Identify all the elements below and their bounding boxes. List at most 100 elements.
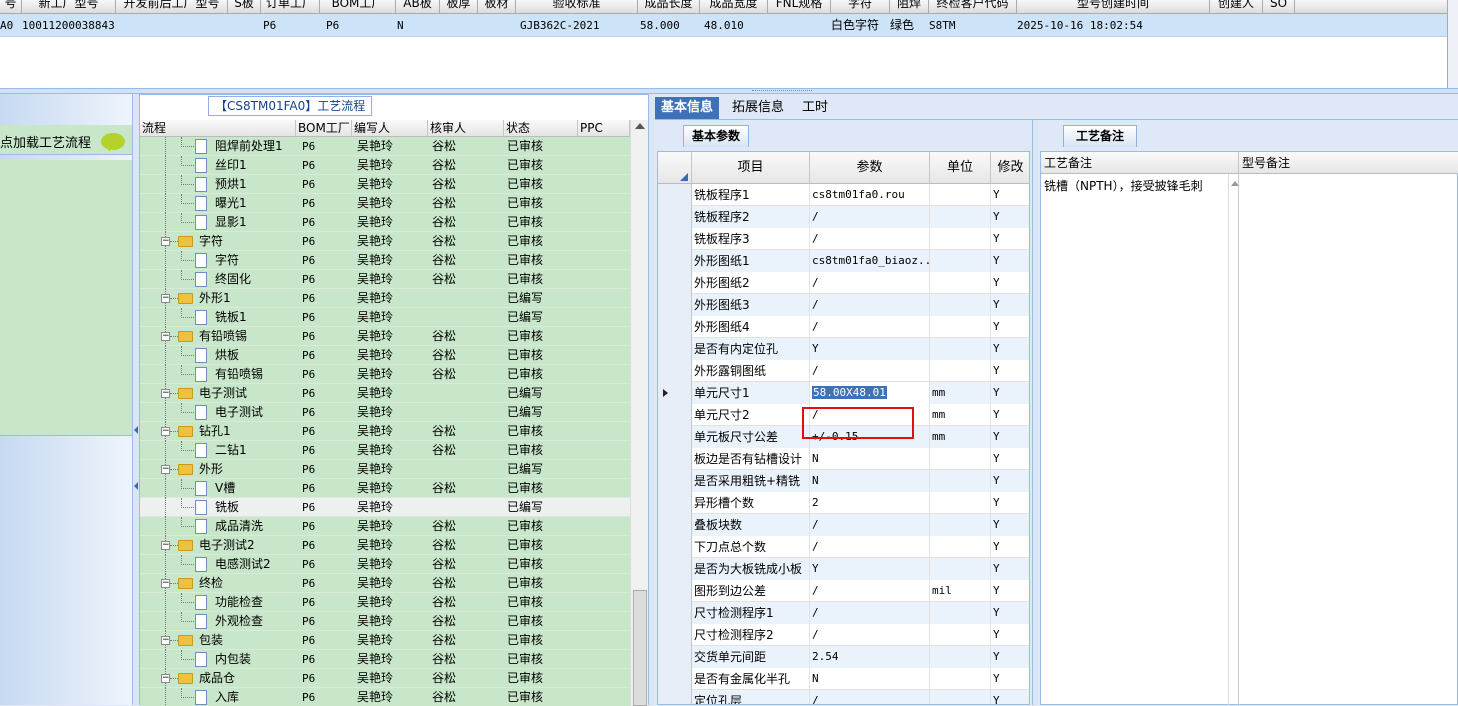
scroll-thumb[interactable] — [633, 590, 647, 706]
param-row[interactable]: 定位孔层 / Y — [658, 690, 1029, 704]
flow-tree-row[interactable]: 功能检查 P6 吴艳玲 谷松 已审核 — [140, 593, 630, 612]
collapse-toggle-icon[interactable]: − — [161, 674, 170, 683]
flow-tree-row[interactable]: − 终检 P6 吴艳玲 谷松 已审核 — [140, 574, 630, 593]
row-selector[interactable] — [658, 338, 692, 360]
row-selector[interactable] — [658, 646, 692, 668]
col-process-note[interactable]: 工艺备注 — [1041, 152, 1239, 174]
flow-tree-row[interactable]: 内包装 P6 吴艳玲 谷松 已审核 — [140, 650, 630, 669]
param-row[interactable]: 是否采用粗铣+精铣 N Y — [658, 470, 1029, 492]
param-value[interactable]: 58.00X48.01 — [810, 382, 930, 404]
speech-bubble-icon[interactable] — [101, 133, 125, 152]
collapse-toggle-icon[interactable]: − — [161, 541, 170, 550]
row-selector[interactable] — [658, 580, 692, 602]
flow-tree-row[interactable]: 电子测试 P6 吴艳玲 已编写 — [140, 403, 630, 422]
param-row[interactable]: 尺寸检测程序2/ Y — [658, 624, 1029, 646]
row-selector[interactable] — [658, 382, 692, 404]
top-col-header[interactable]: FNL规格 — [768, 0, 831, 14]
param-row[interactable]: 下刀点总个数 / Y — [658, 536, 1029, 558]
collapse-toggle-icon[interactable]: − — [161, 237, 170, 246]
process-note-text[interactable]: 铣槽（NPTH），接受披锋毛刺 — [1044, 177, 1203, 194]
scroll-up-icon[interactable] — [635, 123, 645, 129]
flow-vertical-scrollbar[interactable] — [630, 120, 648, 706]
flow-tree-row[interactable]: 入库 P6 吴艳玲 谷松 已审核 — [140, 688, 630, 706]
row-selector[interactable] — [658, 272, 692, 294]
collapse-toggle-icon[interactable]: − — [161, 427, 170, 436]
flow-tree-row[interactable]: − 电子测试2 P6 吴艳玲 谷松 已审核 — [140, 536, 630, 555]
col-flow[interactable]: 流程 — [140, 120, 296, 137]
vertical-scrollbar[interactable] — [1447, 0, 1458, 90]
collapse-toggle-icon[interactable]: − — [161, 294, 170, 303]
collapse-toggle-icon[interactable]: − — [161, 465, 170, 474]
flow-tree-row[interactable]: 阻焊前处理1 P6 吴艳玲 谷松 已审核 — [140, 137, 630, 156]
model-grid-selected-row[interactable]: A0 10011200038843 P6 P6 N GJB362C-2021 5… — [0, 14, 1448, 37]
param-row[interactable]: 铣板程序3/ Y — [658, 228, 1029, 250]
collapse-toggle-icon[interactable]: − — [161, 389, 170, 398]
row-selector[interactable] — [658, 426, 692, 448]
param-row[interactable]: 是否为大板铣成小板 Y Y — [658, 558, 1029, 580]
col-param[interactable]: 参数 — [810, 152, 930, 184]
flow-tree-row[interactable]: 曝光1 P6 吴艳玲 谷松 已审核 — [140, 194, 630, 213]
param-value[interactable]: / — [810, 294, 930, 316]
flow-tree-row[interactable]: − 成品仓 P6 吴艳玲 谷松 已审核 — [140, 669, 630, 688]
flow-tree-row[interactable]: 预烘1 P6 吴艳玲 谷松 已审核 — [140, 175, 630, 194]
tab-work-hours[interactable]: 工时 — [796, 97, 834, 119]
col-item[interactable]: 项目 — [692, 152, 810, 184]
param-row[interactable]: 图形到边公差 / mil Y — [658, 580, 1029, 602]
tab-basic-info[interactable]: 基本信息 — [655, 97, 720, 119]
top-col-header[interactable]: 订单工厂 — [261, 0, 320, 14]
row-selector[interactable] — [658, 602, 692, 624]
param-row[interactable]: 外形图纸2/ Y — [658, 272, 1029, 294]
param-row[interactable]: 外形图纸4/ Y — [658, 316, 1029, 338]
scroll-up-icon[interactable] — [1231, 181, 1239, 186]
row-selector[interactable] — [658, 206, 692, 228]
param-value[interactable]: / — [810, 272, 930, 294]
top-col-header[interactable]: 验收标准 — [516, 0, 638, 14]
row-selector[interactable] — [658, 316, 692, 338]
param-value[interactable]: / — [810, 580, 930, 602]
col-modify[interactable]: 修改 — [991, 152, 1029, 184]
top-col-header[interactable]: 开发前后工厂型号 — [116, 0, 228, 14]
collapse-toggle-icon[interactable]: − — [161, 332, 170, 341]
param-value[interactable]: N — [810, 470, 930, 492]
col-ppc[interactable]: PPC — [578, 120, 630, 137]
row-selector[interactable] — [658, 404, 692, 426]
flow-tree-row[interactable]: V槽 P6 吴艳玲 谷松 已审核 — [140, 479, 630, 498]
row-selector[interactable] — [658, 470, 692, 492]
param-value[interactable]: N — [810, 668, 930, 690]
param-value[interactable]: / — [810, 206, 930, 228]
col-bom[interactable]: BOM工厂 — [296, 120, 352, 137]
param-value[interactable]: / — [810, 536, 930, 558]
top-col-header[interactable]: AB板 — [396, 0, 440, 14]
flow-tree-row[interactable]: − 电子测试 P6 吴艳玲 已编写 — [140, 384, 630, 403]
param-value[interactable]: / — [810, 690, 930, 704]
param-row[interactable]: 尺寸检测程序1/ Y — [658, 602, 1029, 624]
flow-tree-row[interactable]: 字符 P6 吴艳玲 谷松 已审核 — [140, 251, 630, 270]
param-value[interactable]: / — [810, 602, 930, 624]
collapse-toggle-icon[interactable]: − — [161, 636, 170, 645]
top-col-header[interactable]: 字符 — [831, 0, 890, 14]
col-unit[interactable]: 单位 — [930, 152, 991, 184]
row-selector[interactable] — [658, 514, 692, 536]
col-reviewer[interactable]: 核审人 — [428, 120, 504, 137]
param-row[interactable]: 外形图纸3/ Y — [658, 294, 1029, 316]
row-selector[interactable] — [658, 184, 692, 206]
param-value[interactable]: 2 — [810, 492, 930, 514]
param-row[interactable]: 交货单元间距 2.54 Y — [658, 646, 1029, 668]
param-value[interactable]: Y — [810, 338, 930, 360]
param-value[interactable]: / — [810, 514, 930, 536]
param-value[interactable]: 2.54 — [810, 646, 930, 668]
param-value[interactable]: N — [810, 448, 930, 470]
top-col-header[interactable]: 新工厂型号 — [22, 0, 116, 14]
row-selector[interactable] — [658, 690, 692, 704]
flow-tree-row[interactable]: 二钻1 P6 吴艳玲 谷松 已审核 — [140, 441, 630, 460]
param-row[interactable]: 单元尺寸1 58.00X48.01 mm Y — [658, 382, 1029, 404]
collapse-left-arrow-icon[interactable] — [134, 482, 138, 490]
top-col-header[interactable]: SO — [1263, 0, 1295, 14]
top-col-header[interactable]: 成品长度 — [638, 0, 700, 14]
row-selector[interactable] — [658, 558, 692, 580]
top-col-header[interactable]: 阻焊 — [890, 0, 929, 14]
flow-tree-row[interactable]: 电感测试2 P6 吴艳玲 谷松 已审核 — [140, 555, 630, 574]
flow-tree-row[interactable]: − 字符 P6 吴艳玲 谷松 已审核 — [140, 232, 630, 251]
top-col-header[interactable]: 创建人 — [1210, 0, 1263, 14]
flow-tree-row[interactable]: 丝印1 P6 吴艳玲 谷松 已审核 — [140, 156, 630, 175]
